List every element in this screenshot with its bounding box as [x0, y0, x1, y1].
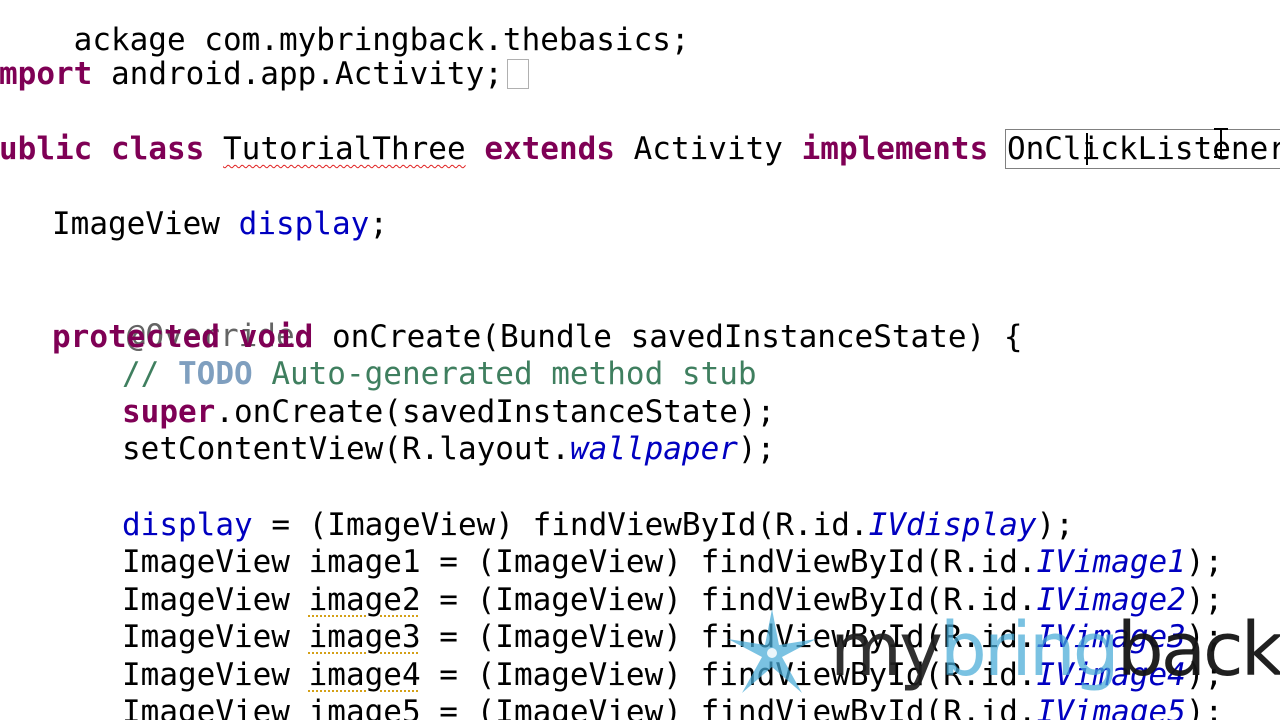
display-variable: display	[122, 507, 253, 543]
image-cast-call: = (ImageView) findViewById(R.id.	[420, 694, 1037, 720]
display-cast-call: = (ImageView) findViewById(R.id.	[252, 507, 869, 543]
set-content-view-close: );	[737, 431, 776, 467]
image-type: ImageView	[122, 694, 309, 720]
todo-comment-line: // TODO Auto-generated method stub	[122, 356, 757, 393]
void-keyword: void	[238, 319, 314, 355]
image-cast-call: = (ImageView) findViewById(R.id.	[420, 619, 1037, 655]
extends-keyword: extends	[484, 131, 615, 167]
interface-name-highlight[interactable]: OnClickListener	[1004, 129, 1280, 169]
field-type: ImageView	[52, 206, 220, 242]
code-editor[interactable]: ackage com.mybringback.thebasics; mport …	[0, 0, 1280, 720]
package-line: ackage com.mybringback.thebasics;	[0, 0, 690, 58]
import-line: mport android.app.Activity;	[0, 56, 529, 93]
todo-tag: TODO	[178, 356, 253, 392]
image-id-field: IVimage3	[1036, 619, 1186, 655]
import-statement: android.app.Activity;	[92, 56, 503, 92]
implements-keyword: implements	[801, 131, 989, 167]
comment-slashes: //	[122, 356, 178, 392]
image-id-field: IVimage1	[1036, 544, 1186, 580]
image-variable-warning[interactable]: image2	[309, 582, 421, 618]
image-type: ImageView	[122, 582, 309, 618]
field-semicolon: ;	[369, 206, 388, 242]
image-cast-call: = (ImageView) findViewById(R.id.	[420, 544, 1037, 580]
image-close: );	[1185, 619, 1224, 655]
image4-line: ImageView image4 = (ImageView) findViewB…	[122, 657, 1223, 694]
collapsed-imports-marker[interactable]	[506, 58, 529, 89]
image3-line: ImageView image3 = (ImageView) findViewB…	[122, 619, 1223, 656]
image-id-field: IVimage5	[1036, 694, 1186, 720]
image5-line: ImageView image5 = (ImageView) findViewB…	[122, 694, 1223, 720]
image-cast-call: = (ImageView) findViewById(R.id.	[420, 657, 1037, 693]
field-name: display	[238, 206, 370, 242]
image-variable: image1	[308, 544, 421, 580]
package-declaration: ackage com.mybringback.thebasics;	[73, 22, 690, 58]
super-call: .onCreate(savedInstanceState);	[215, 394, 776, 430]
protected-keyword: protected	[52, 319, 220, 355]
image-variable-warning[interactable]: image4	[309, 657, 421, 693]
field-declaration-line: ImageView display;	[52, 206, 388, 243]
display-id-field: IVdisplay	[868, 507, 1037, 543]
image-close: );	[1185, 694, 1224, 720]
class-keyword: class	[111, 131, 205, 167]
super-call-line: super.onCreate(savedInstanceState);	[122, 394, 775, 431]
method-signature: onCreate(Bundle savedInstanceState) {	[313, 319, 1023, 355]
interface-name-part1: OnClickL	[1006, 131, 1157, 167]
image2-line: ImageView image2 = (ImageView) findViewB…	[122, 582, 1223, 619]
image-type: ImageView	[122, 544, 309, 580]
display-assignment-line: display = (ImageView) findViewById(R.id.…	[122, 507, 1074, 544]
public-keyword: ublic	[0, 131, 93, 167]
import-keyword: mport	[0, 56, 93, 92]
image-cast-call: = (ImageView) findViewById(R.id.	[420, 582, 1037, 618]
comment-text: Auto-generated method stub	[252, 356, 757, 392]
class-declaration-line: ublic class TutorialThree extends Activi…	[0, 129, 1280, 169]
class-name-error[interactable]: TutorialThree	[223, 131, 466, 167]
image-close: );	[1185, 657, 1224, 693]
ibeam-cursor-icon	[1214, 128, 1228, 158]
display-close: );	[1036, 507, 1074, 543]
image-close: );	[1185, 544, 1224, 580]
superclass-name: Activity	[633, 131, 783, 167]
image-variable-warning[interactable]: image3	[309, 619, 421, 655]
text-caret	[1086, 133, 1088, 165]
image-variable-warning[interactable]: image5	[309, 694, 421, 720]
layout-field: wallpaper	[569, 431, 738, 467]
override-annotation-line: @Override	[52, 281, 295, 354]
set-content-view-call: setContentView(R.layout.	[122, 431, 570, 467]
set-content-view-line: setContentView(R.layout.wallpaper);	[122, 431, 775, 468]
image-type: ImageView	[122, 657, 309, 693]
image-close: );	[1185, 582, 1224, 618]
image-id-field: IVimage2	[1036, 582, 1186, 618]
image-id-field: IVimage4	[1036, 657, 1186, 693]
super-keyword: super	[122, 394, 216, 430]
method-signature-line: protected void onCreate(Bundle savedInst…	[52, 319, 1023, 356]
image1-line: ImageView image1 = (ImageView) findViewB…	[122, 544, 1223, 581]
image-type: ImageView	[122, 619, 309, 655]
